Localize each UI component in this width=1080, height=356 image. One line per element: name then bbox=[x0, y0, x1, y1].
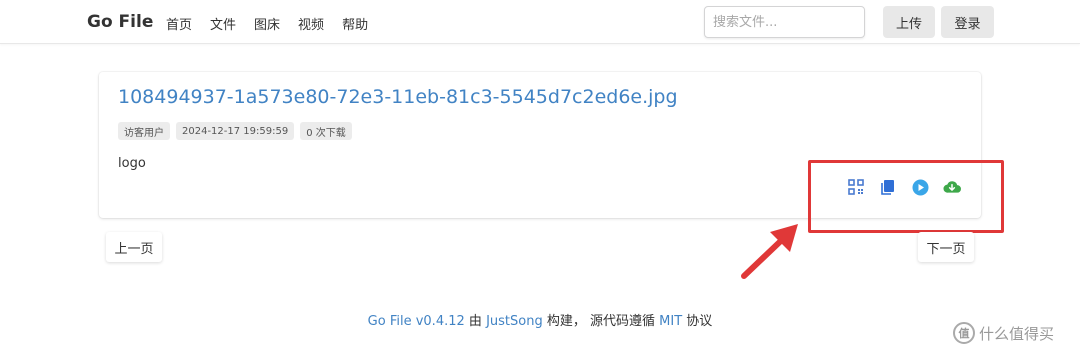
footer-license-link[interactable]: MIT bbox=[659, 314, 682, 329]
watermark: 值 什么值得买 bbox=[953, 322, 1054, 344]
file-meta: 访客用户 2024-12-17 19:59:59 0 次下载 bbox=[118, 122, 352, 140]
next-page-button[interactable]: 下一页 bbox=[918, 232, 974, 262]
top-navbar: Go File 首页 文件 图床 视频 帮助 上传 登录 bbox=[0, 0, 1080, 44]
search-input[interactable] bbox=[704, 6, 865, 38]
footer-by-text: 由 bbox=[468, 314, 482, 329]
footer-app-link[interactable]: Go File v0.4.12 bbox=[368, 314, 465, 329]
actions-highlight-box bbox=[808, 160, 1004, 233]
download-count-badge: 0 次下载 bbox=[300, 122, 352, 140]
upload-button[interactable]: 上传 bbox=[883, 6, 935, 38]
nav-item-home[interactable]: 首页 bbox=[166, 14, 192, 33]
uploader-badge: 访客用户 bbox=[118, 122, 170, 140]
footer-built-text: 构建， bbox=[546, 314, 586, 329]
file-description: logo bbox=[118, 156, 146, 171]
nav-item-files[interactable]: 文件 bbox=[210, 14, 236, 33]
footer: Go File v0.4.12 由 JustSong 构建， 源代码遵循 MIT… bbox=[0, 310, 1080, 329]
main-nav: 首页 文件 图床 视频 帮助 bbox=[166, 14, 368, 33]
footer-agreement-text: 协议 bbox=[686, 314, 713, 329]
nav-item-help[interactable]: 帮助 bbox=[342, 14, 368, 33]
file-name-link[interactable]: 108494937-1a573e80-72e3-11eb-81c3-5545d7… bbox=[118, 86, 678, 108]
nav-item-videos[interactable]: 视频 bbox=[298, 14, 324, 33]
footer-source-text: 源代码遵循 bbox=[590, 314, 656, 329]
nav-item-images[interactable]: 图床 bbox=[254, 14, 280, 33]
footer-author-link[interactable]: JustSong bbox=[486, 314, 543, 329]
login-button[interactable]: 登录 bbox=[941, 6, 994, 38]
watermark-logo: 值 bbox=[953, 322, 975, 344]
watermark-text: 什么值得买 bbox=[979, 324, 1055, 343]
upload-time-badge: 2024-12-17 19:59:59 bbox=[176, 122, 295, 140]
brand-logo[interactable]: Go File bbox=[87, 12, 153, 32]
pointer-arrow-icon bbox=[741, 224, 798, 279]
prev-page-button[interactable]: 上一页 bbox=[106, 232, 162, 262]
